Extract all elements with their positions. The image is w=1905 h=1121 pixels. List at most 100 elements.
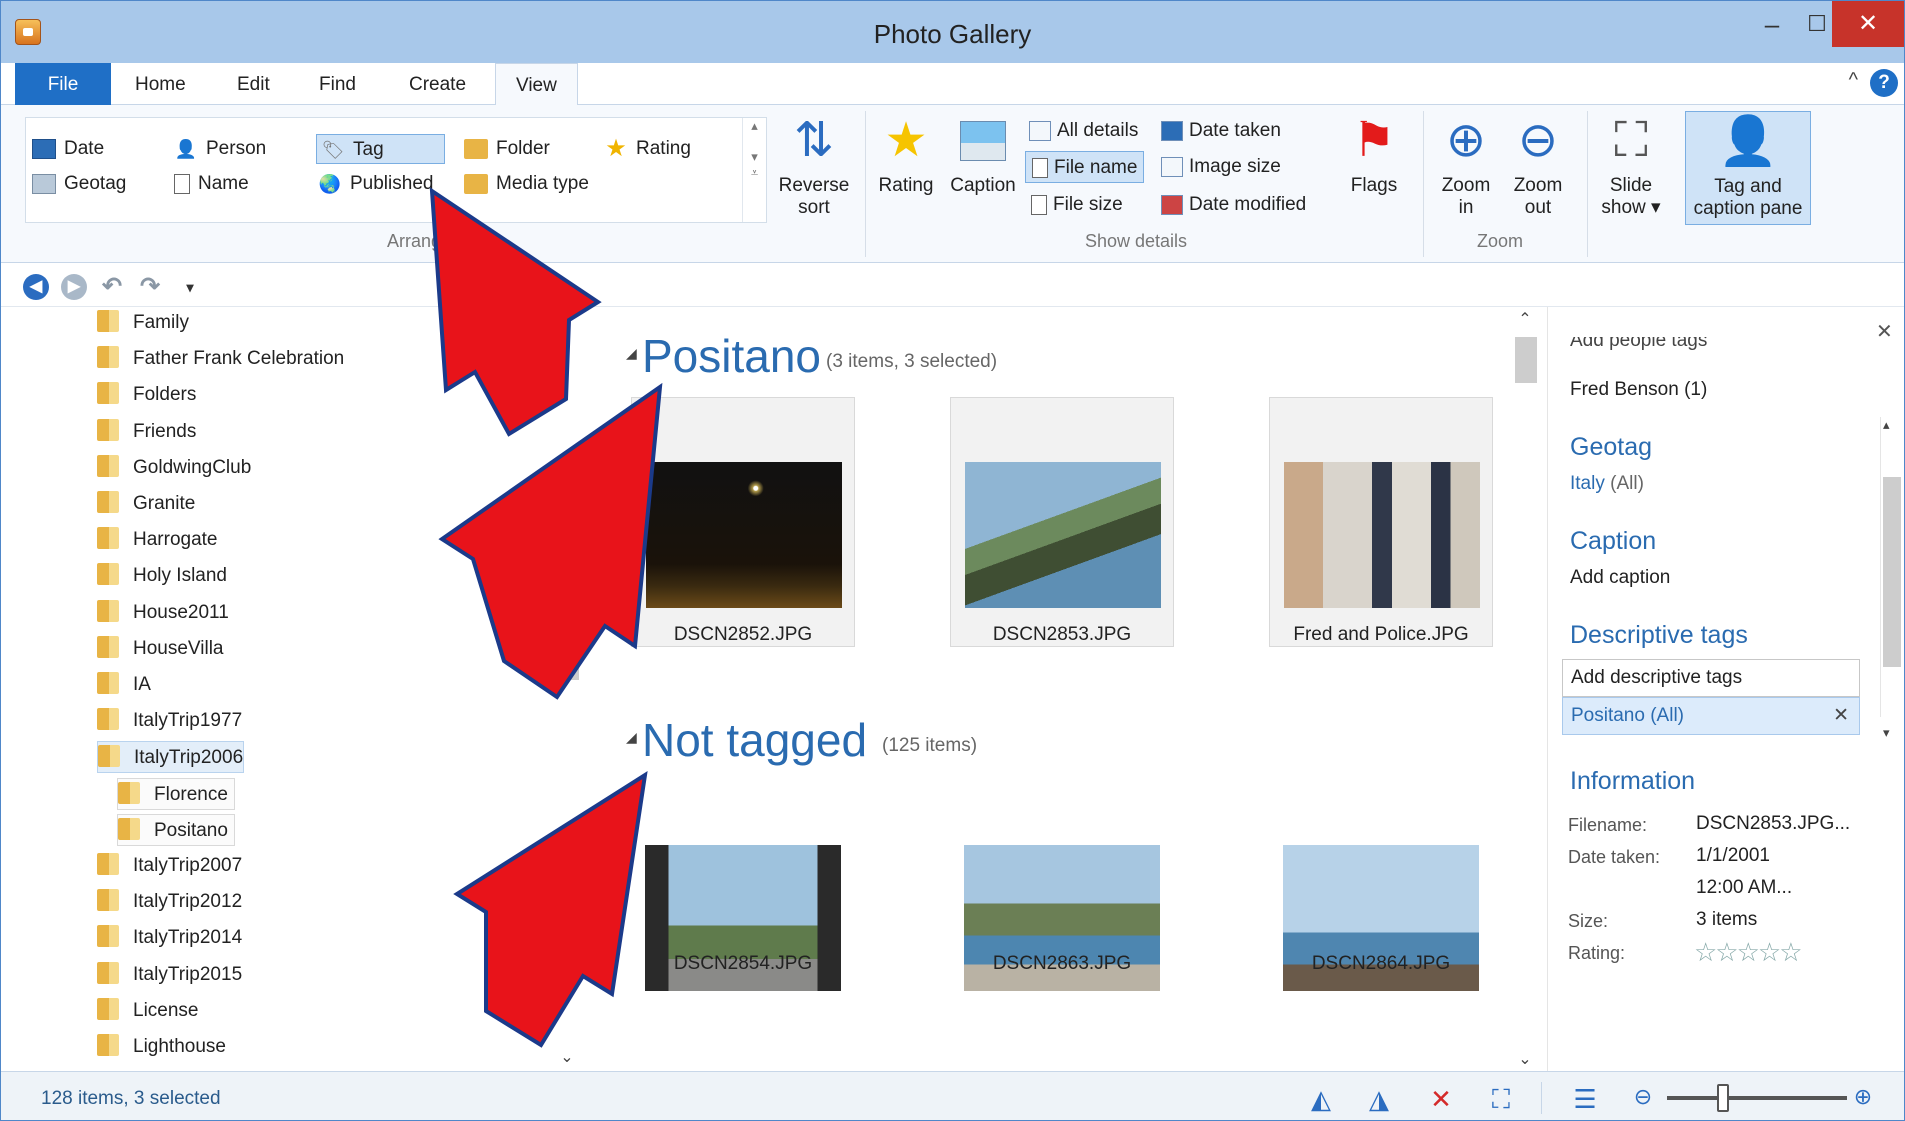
scroll-down-icon[interactable]: ▾	[1883, 725, 1890, 741]
photo-card[interactable]: DSCN2853.JPG	[950, 397, 1174, 647]
arrange-geotag[interactable]: Geotag	[32, 169, 126, 199]
photo-card[interactable]: DSCN2863.JPG	[950, 781, 1174, 1031]
descriptive-tag-item[interactable]: Positano (All) ✕	[1562, 697, 1860, 735]
reverse-sort-button[interactable]: ⇅ Reverse sort	[773, 113, 855, 219]
tree-item[interactable]: ItalyTrip1977	[97, 705, 242, 737]
zoom-out-button[interactable]: ⊖ Zoom out	[1505, 113, 1571, 219]
file-name-button[interactable]: File name	[1025, 151, 1145, 183]
tree-item[interactable]: Positano	[117, 813, 235, 846]
descriptive-tags-input[interactable]: Add descriptive tags	[1562, 659, 1860, 697]
tree-item[interactable]: HouseVilla	[97, 633, 223, 665]
file-size-button[interactable]: File size	[1031, 189, 1123, 221]
tree-item[interactable]: ItalyTrip2014	[97, 922, 242, 954]
collapse-ribbon-icon[interactable]: ^	[1849, 69, 1858, 92]
tag-caption-pane-button[interactable]: 👤 Tag and caption pane	[1685, 111, 1811, 225]
tab-home[interactable]: Home	[115, 63, 206, 105]
tree-item[interactable]: IA	[97, 669, 151, 701]
pane-close-icon[interactable]: ✕	[1876, 319, 1893, 344]
collapse-group-icon[interactable]: ◢	[626, 345, 637, 362]
tree-item[interactable]: Holy Island	[97, 560, 227, 592]
arrange-published[interactable]: 🌏 Published	[318, 169, 434, 199]
tree-item[interactable]: ItalyTrip2007	[97, 850, 242, 882]
photo-card[interactable]: DSCN2854.JPG	[631, 781, 855, 1031]
scroll-down-icon[interactable]: ⌄	[554, 1047, 580, 1067]
tree-item[interactable]: ItalyTrip2006	[97, 741, 245, 774]
content-scroll-thumb[interactable]	[1515, 337, 1537, 383]
photo-card[interactable]: DSCN2864.JPG	[1269, 781, 1493, 1031]
tab-find[interactable]: Find	[299, 63, 376, 105]
tab-file[interactable]: File	[15, 63, 111, 105]
caption-button[interactable]: Caption	[945, 113, 1021, 197]
tree-item[interactable]: Lighthouse	[97, 1031, 226, 1063]
pane-scrollbar[interactable]: ▴ ▾	[1880, 417, 1902, 740]
close-button[interactable]: ✕	[1832, 1, 1904, 47]
rotate-right-icon[interactable]: ◮	[1363, 1084, 1395, 1115]
arrange-rating[interactable]: ★ Rating	[604, 134, 691, 164]
rating-stars[interactable]: ☆☆☆☆☆	[1694, 937, 1803, 968]
zoom-in-small-icon[interactable]: ⊕	[1847, 1084, 1879, 1110]
geotag-value[interactable]: Italy (All)	[1570, 473, 1644, 495]
maximize-button[interactable]: ☐	[1797, 1, 1837, 47]
undo-icon[interactable]: ↶	[99, 274, 125, 300]
tree-item[interactable]: Father Frank Celebration	[97, 343, 344, 375]
tree-item[interactable]: License	[97, 995, 199, 1027]
tree-item[interactable]: ItalyTrip2015	[97, 959, 242, 991]
help-icon[interactable]: ?	[1870, 69, 1898, 97]
tree-item[interactable]: GoldwingClub	[97, 452, 251, 484]
tree-scrollbar[interactable]: ⌄	[554, 307, 580, 1071]
tree-item[interactable]: Harrogate	[97, 524, 218, 556]
rating-button[interactable]: ★ Rating	[873, 113, 939, 197]
date-taken-button[interactable]: Date taken	[1161, 115, 1281, 147]
flags-button[interactable]: ⚑ Flags	[1339, 113, 1409, 197]
tab-create[interactable]: Create	[389, 63, 486, 105]
rotate-left-icon[interactable]: ◭	[1305, 1084, 1337, 1115]
zoom-slider[interactable]	[1667, 1096, 1847, 1100]
tab-edit[interactable]: Edit	[217, 63, 290, 105]
zoom-out-small-icon[interactable]: ⊖	[1627, 1084, 1659, 1110]
tree-item[interactable]: Folders	[97, 379, 196, 411]
tree-item-label: Lighthouse	[133, 1036, 226, 1057]
tab-view[interactable]: View	[495, 63, 578, 106]
details-view-icon[interactable]: ☰	[1569, 1084, 1601, 1115]
tree-item[interactable]: Granite	[97, 488, 195, 520]
tree-item[interactable]: Family	[97, 307, 189, 339]
back-icon[interactable]: ◀	[23, 274, 49, 300]
arrange-tag[interactable]: 🏷 Tag	[316, 134, 445, 164]
minimize-button[interactable]: –	[1747, 1, 1797, 47]
image-size-button[interactable]: Image size	[1161, 151, 1281, 183]
people-tag[interactable]: Fred Benson (1)	[1570, 379, 1707, 401]
tree-item[interactable]: ItalyTrip2012	[97, 886, 242, 918]
all-details-button[interactable]: All details	[1029, 115, 1138, 147]
arrange-date[interactable]: Date	[32, 134, 104, 164]
scroll-down-icon[interactable]: ⌄	[1511, 1049, 1539, 1069]
arrange-media-type[interactable]: Media type	[464, 169, 589, 199]
add-caption[interactable]: Add caption	[1570, 567, 1670, 589]
tree-item[interactable]: House2011	[97, 597, 229, 629]
tree-item[interactable]: Florence	[117, 777, 235, 810]
customize-qat-icon[interactable]: ▾	[177, 274, 203, 300]
redo-icon[interactable]: ↷	[137, 274, 163, 300]
forward-icon[interactable]: ▶	[61, 274, 87, 300]
content-scrollbar[interactable]: ⌃ ⌄	[1511, 307, 1539, 1071]
zoom-slider-knob[interactable]	[1717, 1084, 1729, 1112]
photo-card[interactable]: Fred and Police.JPG	[1269, 397, 1493, 647]
remove-tag-icon[interactable]: ✕	[1833, 698, 1849, 734]
delete-icon[interactable]: ✕	[1425, 1084, 1457, 1115]
scroll-up-icon[interactable]: ⌃	[1511, 309, 1539, 329]
scroll-up-icon[interactable]: ▴	[1883, 417, 1890, 433]
media-icon	[464, 173, 488, 194]
tree-item[interactable]: Friends	[97, 416, 196, 448]
arrange-person[interactable]: 👤 Person	[174, 134, 266, 164]
zoom-in-button[interactable]: ⊕ Zoom in	[1433, 113, 1499, 219]
add-people-tags[interactable]: Add people tags	[1570, 337, 1707, 351]
slideshow-icon[interactable]: ⛶	[1485, 1084, 1517, 1116]
pane-scroll-thumb[interactable]	[1883, 477, 1901, 667]
arrange-gallery-scroll[interactable]: ▴ ▾ ⩡	[742, 118, 766, 222]
photo-card[interactable]: DSCN2852.JPG	[631, 397, 855, 647]
slide-show-button[interactable]: ⛶ Slide show ▾	[1593, 113, 1669, 219]
tree-scroll-thumb[interactable]	[555, 596, 579, 680]
collapse-group-icon[interactable]: ◢	[626, 729, 637, 746]
arrange-folder[interactable]: Folder	[464, 134, 550, 164]
arrange-name[interactable]: Name	[174, 169, 249, 199]
date-modified-button[interactable]: Date modified	[1161, 189, 1306, 221]
